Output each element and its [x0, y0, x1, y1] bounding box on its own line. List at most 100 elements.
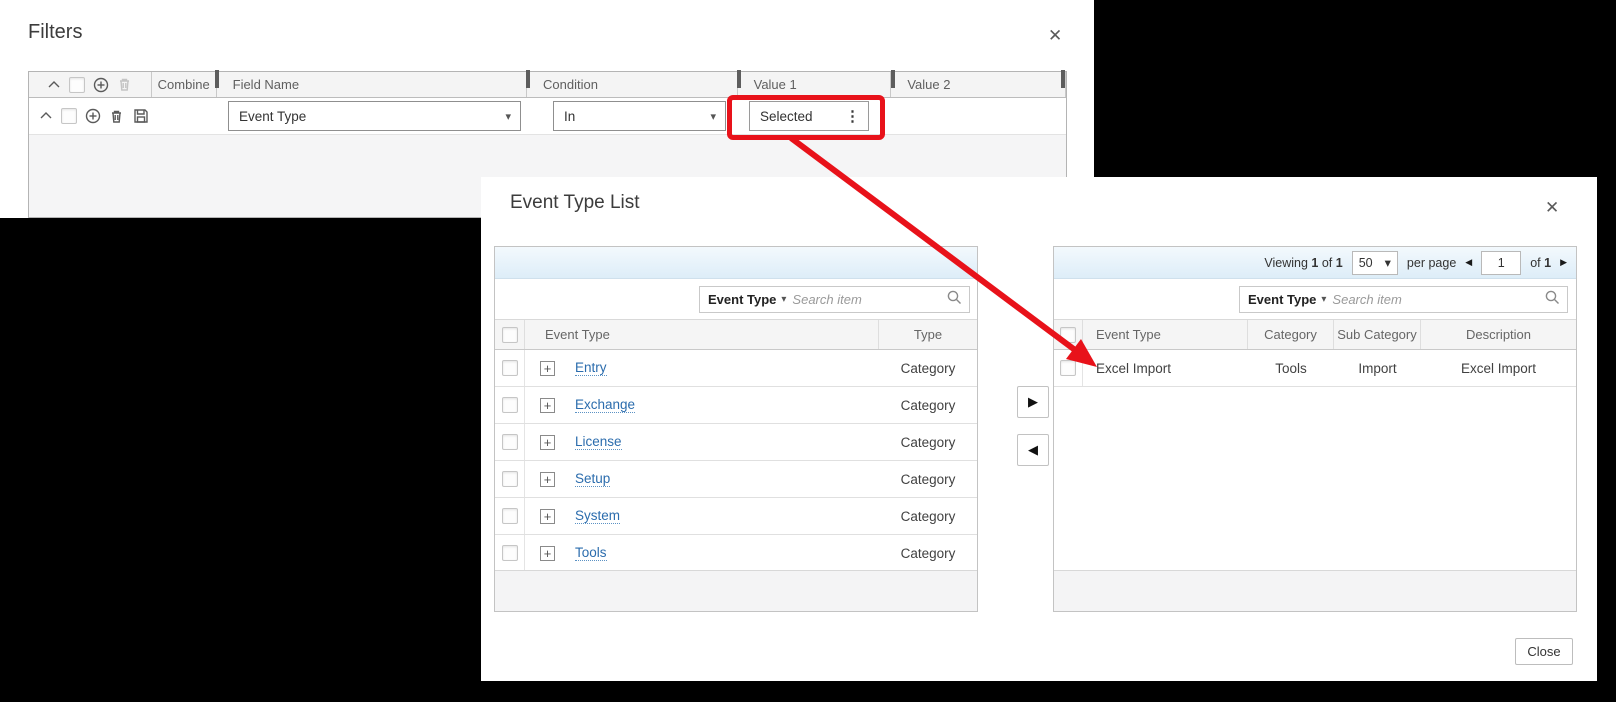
available-select-all-checkbox[interactable] [501, 326, 518, 343]
row-checkbox[interactable] [501, 545, 518, 561]
available-search-box[interactable]: Event Type ▾ [699, 286, 970, 313]
collapse-chevron-icon[interactable] [45, 76, 62, 93]
move-right-button[interactable]: ▶ [1017, 386, 1049, 418]
expand-icon[interactable]: + [540, 434, 555, 450]
search-field-selector[interactable]: Event Type [1248, 292, 1316, 307]
column-header-combine: Combine [152, 72, 217, 97]
row-checkbox[interactable] [501, 434, 518, 450]
expand-icon[interactable]: + [540, 471, 555, 487]
available-table-footer [495, 570, 977, 611]
redacted-region [1094, 0, 1616, 177]
event-type-link[interactable]: System [575, 508, 621, 524]
row-save-icon[interactable] [132, 108, 149, 125]
row-checkbox[interactable] [501, 508, 518, 524]
page-number-input[interactable] [1481, 250, 1522, 275]
row-checkbox[interactable] [501, 360, 518, 376]
column-header-description: Description [1465, 327, 1532, 342]
row-checkbox[interactable] [1060, 360, 1076, 376]
column-header-category: Category [1248, 320, 1334, 349]
per-page-label: per page [1406, 255, 1457, 270]
more-options-icon[interactable]: ⋮ [845, 109, 868, 124]
page-size-select[interactable]: 50 ▾ [1351, 250, 1398, 275]
row-delete-icon[interactable] [108, 108, 125, 125]
column-header-field-name: Field Name [217, 72, 528, 97]
event-type-link[interactable]: Exchange [575, 397, 636, 413]
search-input[interactable] [792, 292, 946, 307]
filters-panel-title: Filters [28, 21, 83, 43]
filter-header-toolbar [29, 72, 152, 97]
selected-search-row: Event Type ▾ [1054, 279, 1576, 320]
row-collapse-chevron-icon[interactable] [37, 108, 54, 125]
filter-table-header: Combine Field Name Condition Value 1 Val… [29, 70, 1066, 98]
redacted-region [0, 218, 481, 702]
expand-icon[interactable]: + [540, 360, 555, 376]
column-resize-handle[interactable] [737, 70, 741, 88]
column-header-value1: Value 1 [738, 72, 892, 97]
event-type-list-dialog: Event Type List ✕ Event Type ▾ Event Typ… [481, 177, 1597, 681]
list-item: + Entry Category [495, 350, 977, 387]
arrow-left-icon: ◀ [1028, 442, 1038, 457]
row-checkbox[interactable] [501, 471, 518, 487]
expand-icon[interactable]: + [540, 397, 555, 413]
row-checkbox[interactable] [501, 397, 518, 413]
search-icon[interactable] [1544, 289, 1561, 311]
type-cell: Category [900, 508, 956, 524]
add-filter-icon[interactable] [92, 76, 109, 93]
type-cell: Category [900, 360, 956, 376]
type-cell: Category [900, 471, 956, 487]
type-cell: Category [900, 545, 956, 561]
viewing-total: 1 [1335, 255, 1343, 270]
condition-dropdown[interactable]: In ▾ [553, 101, 726, 131]
column-resize-handle[interactable] [1061, 70, 1065, 88]
chevron-down-icon: ▾ [505, 110, 511, 123]
next-page-icon[interactable]: ▶ [1560, 257, 1567, 268]
viewing-status: Viewing 1 of 1 [1264, 255, 1343, 270]
search-field-selector[interactable]: Event Type [708, 292, 776, 307]
table-row: Excel Import Tools Import Excel Import [1054, 350, 1576, 387]
available-items-table: Event Type ▾ Event Type Type + Entry Cat… [494, 246, 978, 612]
available-toolbar [495, 247, 977, 279]
type-cell: Category [900, 397, 956, 413]
filters-close-icon[interactable]: ✕ [1048, 27, 1062, 44]
selected-select-all-checkbox[interactable] [1060, 326, 1076, 343]
event-type-link[interactable]: Entry [575, 360, 607, 376]
event-type-link[interactable]: License [575, 434, 622, 450]
expand-icon[interactable]: + [540, 508, 555, 524]
list-item: + License Category [495, 424, 977, 461]
available-search-row: Event Type ▾ [495, 279, 977, 320]
row-checkbox[interactable] [61, 108, 77, 124]
prev-page-icon[interactable]: ◀ [1465, 257, 1472, 268]
selected-search-box[interactable]: Event Type ▾ [1239, 286, 1568, 313]
chevron-down-icon: ▾ [781, 294, 787, 305]
column-resize-handle[interactable] [215, 70, 219, 88]
field-name-dropdown[interactable]: Event Type ▾ [228, 101, 521, 131]
delete-filter-icon-disabled [116, 76, 133, 93]
column-header-type: Type [913, 327, 943, 342]
move-left-button[interactable]: ◀ [1017, 434, 1049, 466]
value1-picker[interactable]: Selected ⋮ [749, 101, 869, 131]
expand-icon[interactable]: + [540, 545, 555, 561]
column-header-condition: Condition [527, 72, 738, 97]
close-button[interactable]: Close [1515, 638, 1573, 665]
redacted-region [481, 681, 1616, 702]
row-add-icon[interactable] [84, 108, 101, 125]
pagination-bar: Viewing 1 of 1 50 ▾ per page ◀ of 1 ▶ [1054, 247, 1576, 279]
event-type-link[interactable]: Tools [575, 545, 607, 561]
selected-items-table: Viewing 1 of 1 50 ▾ per page ◀ of 1 ▶ [1053, 246, 1577, 612]
description-cell: Excel Import [1460, 360, 1537, 376]
chevron-down-icon: ▾ [1321, 294, 1327, 305]
column-resize-handle[interactable] [891, 70, 895, 88]
viewing-count: 1 [1311, 255, 1319, 270]
list-item: + Tools Category [495, 535, 977, 572]
search-input[interactable] [1332, 292, 1544, 307]
column-header-value2: Value 2 [891, 72, 1066, 97]
redacted-region [1597, 0, 1616, 702]
column-resize-handle[interactable] [526, 70, 530, 88]
select-all-checkbox[interactable] [69, 76, 85, 93]
event-type-link[interactable]: Setup [575, 471, 611, 487]
search-icon[interactable] [946, 289, 963, 311]
dialog-title: Event Type List [510, 192, 640, 213]
dialog-close-icon[interactable]: ✕ [1545, 199, 1559, 216]
category-cell: Tools [1275, 360, 1307, 376]
page-total-label: of 1 [1530, 255, 1552, 270]
